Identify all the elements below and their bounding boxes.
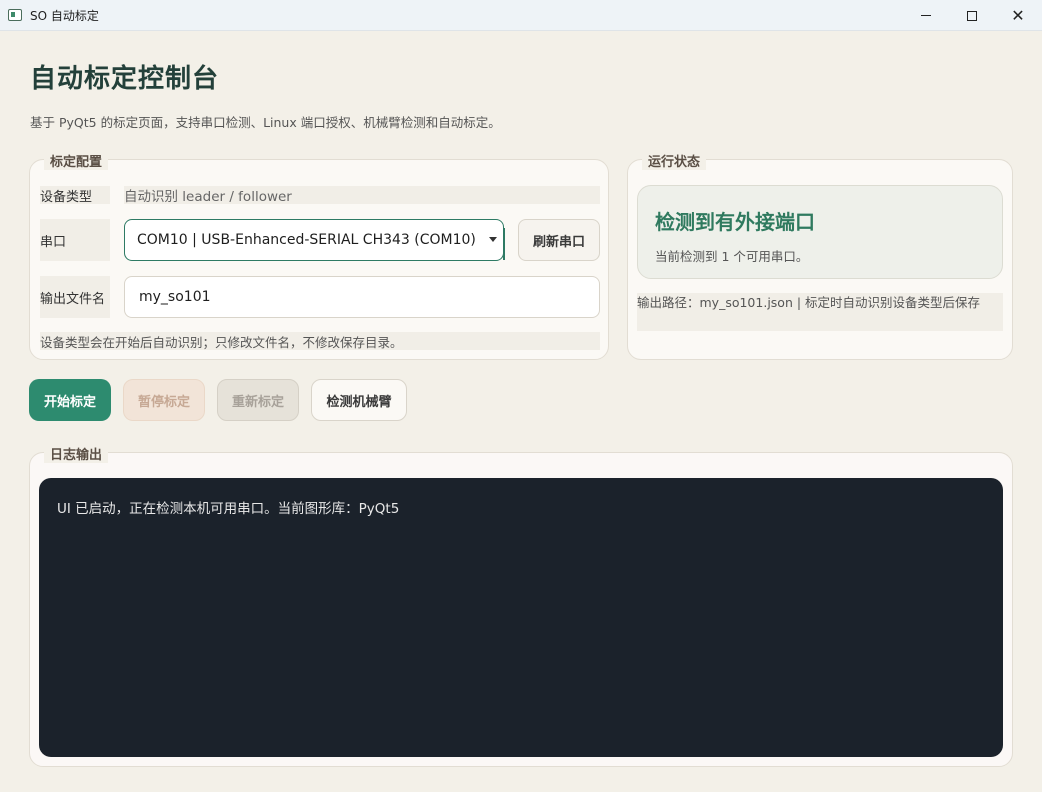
pause-calibration-button[interactable]: 暂停标定: [123, 379, 205, 421]
refresh-ports-button[interactable]: 刷新串口: [518, 219, 600, 261]
restart-calibration-button[interactable]: 重新标定: [217, 379, 299, 421]
title-bar: SO 自动标定 ✕: [0, 0, 1042, 31]
log-output[interactable]: UI 已启动，正在检测本机可用串口。当前图形库：PyQt5: [39, 478, 1003, 757]
status-detail: 当前检测到 1 个可用串口。: [655, 249, 809, 264]
status-group-title: 运行状态: [642, 151, 707, 170]
file-name-input[interactable]: my_so101: [124, 276, 600, 318]
status-headline: 检测到有外接端口: [655, 210, 815, 234]
config-group: 标定配置 设备类型 自动识别 leader / follower 串口 COM1…: [29, 151, 609, 360]
maximize-icon: [967, 10, 977, 21]
port-select[interactable]: COM10 | USB-Enhanced-SERIAL CH343 (COM10…: [124, 219, 505, 261]
page-title: 自动标定控制台: [30, 64, 220, 94]
log-line: UI 已启动，正在检测本机可用串口。当前图形库：PyQt5: [57, 501, 400, 517]
start-calibration-button[interactable]: 开始标定: [29, 379, 111, 421]
page-subtitle: 基于 PyQt5 的标定页面，支持串口检测、Linux 端口授权、机械臂检测和自…: [30, 115, 501, 130]
config-group-title: 标定配置: [44, 151, 109, 170]
log-group-title: 日志输出: [44, 444, 109, 463]
port-label: 串口: [40, 219, 110, 261]
close-button[interactable]: ✕: [995, 0, 1041, 31]
minimize-icon: [921, 15, 931, 16]
device-type-label: 设备类型: [40, 186, 110, 205]
close-icon: ✕: [1011, 5, 1025, 25]
minimize-button[interactable]: [903, 0, 949, 31]
dropdown-arrow-icon: [489, 237, 497, 242]
port-select-value: COM10 | USB-Enhanced-SERIAL CH343 (COM10…: [137, 232, 476, 248]
combo-edge: [503, 228, 505, 260]
status-card: 检测到有外接端口 当前检测到 1 个可用串口。: [637, 185, 1003, 279]
log-group: 日志输出 UI 已启动，正在检测本机可用串口。当前图形库：PyQt5: [29, 444, 1013, 767]
file-name-label: 输出文件名: [40, 276, 110, 318]
app-icon: [8, 9, 22, 21]
config-hint: 设备类型会在开始后自动识别；只修改文件名，不修改保存目录。: [40, 332, 600, 350]
status-group: 运行状态 检测到有外接端口 当前检测到 1 个可用串口。 输出路径：my_so1…: [627, 151, 1013, 360]
output-path: 输出路径：my_so101.json | 标定时自动识别设备类型后保存: [637, 293, 1003, 331]
maximize-button[interactable]: [949, 0, 995, 31]
device-type-value: 自动识别 leader / follower: [124, 186, 600, 205]
detect-arm-button[interactable]: 检测机械臂: [311, 379, 407, 421]
window-title: SO 自动标定: [30, 9, 99, 23]
